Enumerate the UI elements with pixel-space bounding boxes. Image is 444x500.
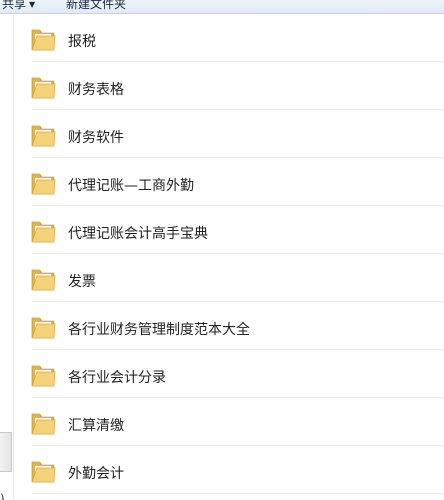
file-name: 汇算清缴 — [68, 418, 124, 434]
file-item[interactable]: 财务表格 — [14, 62, 444, 110]
file-name: 发票 — [68, 274, 96, 290]
folder-icon — [31, 221, 56, 243]
new-folder-label: 新建文件夹 — [66, 0, 127, 11]
navigation-pane[interactable]: ) — [0, 14, 14, 500]
folder-icon — [31, 413, 56, 435]
new-folder-button[interactable]: 新建文件夹 — [66, 0, 126, 13]
file-item[interactable]: 代理记账—工商外勤 — [14, 158, 444, 206]
file-item[interactable]: 财务软件 — [14, 110, 444, 158]
nav-scrollbar-thumb[interactable] — [0, 432, 12, 472]
file-name: 财务表格 — [68, 82, 124, 98]
folder-icon — [31, 269, 56, 291]
row-separator — [32, 493, 444, 494]
folder-icon — [31, 29, 56, 51]
file-item[interactable]: 外勤会计 — [14, 446, 444, 494]
file-item[interactable]: 报税 — [14, 14, 444, 62]
file-item[interactable]: 各行业会计分录 — [14, 350, 444, 398]
file-name: 外勤会计 — [68, 466, 124, 482]
file-name: 报税 — [68, 34, 96, 50]
share-label: 共享 — [2, 0, 27, 11]
chevron-down-icon: ▼ — [29, 0, 36, 9]
file-item[interactable]: 各行业财务管理制度范本大全 — [14, 302, 444, 350]
share-button[interactable]: 共享 ▼ — [2, 0, 35, 13]
explorer-window: 共享 ▼ 新建文件夹 ) 报税财务表格财务软件代理记账—工商外勤 代理记账会计高手宝… — [0, 0, 444, 500]
file-name: 各行业财务管理制度范本大全 — [68, 322, 250, 338]
folder-icon — [31, 77, 56, 99]
file-name: 各行业会计分录 — [68, 370, 166, 386]
folder-icon — [31, 461, 56, 483]
folder-icon — [31, 365, 56, 387]
file-name: 代理记账—工商外勤 — [68, 178, 194, 194]
file-name: 财务软件 — [68, 130, 124, 146]
file-item[interactable]: 汇算清缴 — [14, 398, 444, 446]
file-list: 报税财务表格财务软件代理记账—工商外勤 代理记账会计高手宝典 发票各行业财务管理制度… — [14, 14, 444, 500]
folder-icon — [31, 125, 56, 147]
file-item[interactable]: 代理记账会计高手宝典 — [14, 206, 444, 254]
nav-partial-text: ) — [0, 492, 5, 500]
folder-icon — [31, 173, 56, 195]
toolbar: 共享 ▼ 新建文件夹 — [0, 0, 444, 14]
file-item[interactable]: 发票 — [14, 254, 444, 302]
file-name: 代理记账会计高手宝典 — [68, 226, 208, 242]
folder-icon — [31, 317, 56, 339]
